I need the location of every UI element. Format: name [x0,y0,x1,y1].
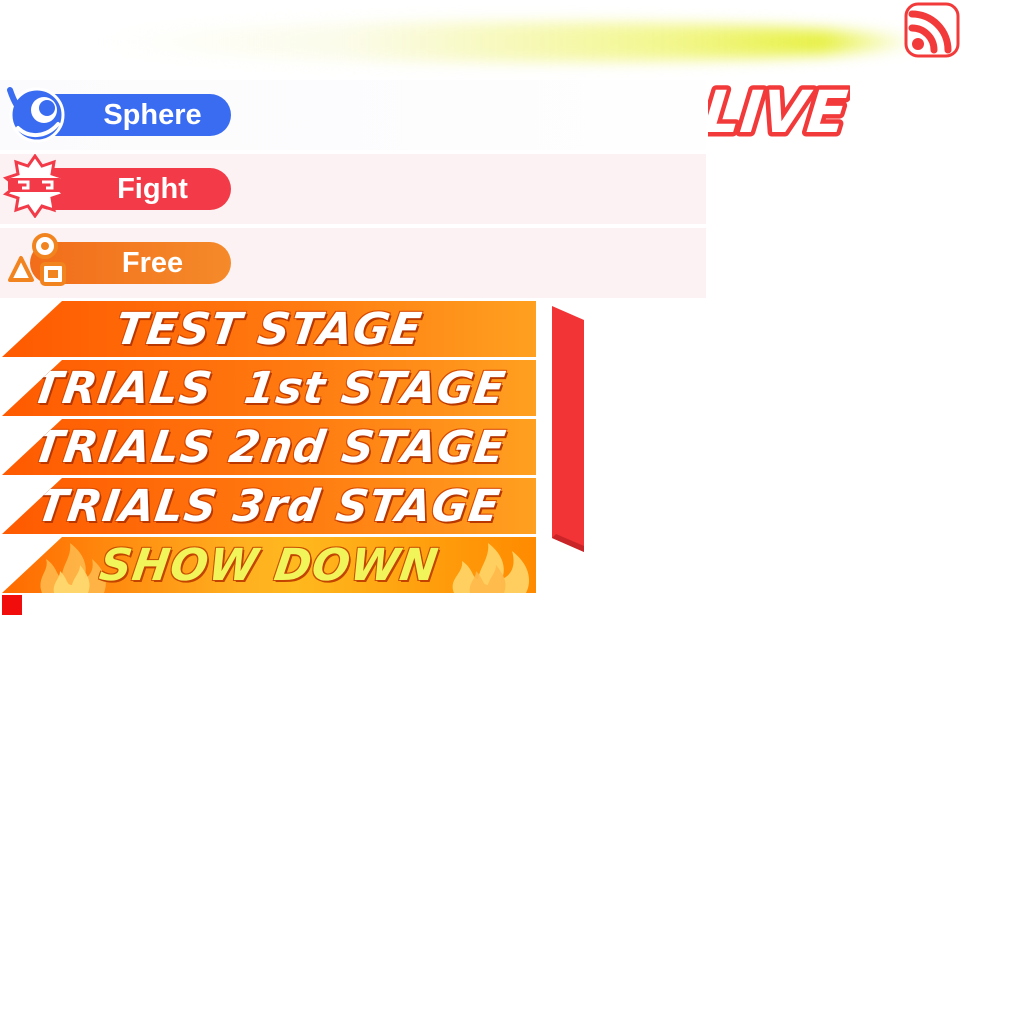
mode-label-sphere: Sphere [103,98,202,131]
stage-trials-2nd[interactable]: TRIALS 2nd STAGE [2,419,536,475]
rss-feed-icon[interactable] [904,2,960,58]
stage-show-down[interactable]: SHOW DOWN [2,537,536,593]
sphere-swirl-icon [7,87,65,143]
mode-label-free: Free [121,246,184,279]
fight-mask-icon [2,154,68,218]
live-label: LIVE [708,78,850,144]
live-badge: LIVE [708,78,850,144]
stage-label-trials-2nd: TRIALS 2nd STAGE [29,421,509,473]
stage-label-trials-1st: TRIALS 1st STAGE [28,362,510,414]
stage-test[interactable]: TEST STAGE [2,301,536,357]
mode-label-fight: Fight [117,172,188,205]
stage-label-trials-3rd: TRIALS 3rd STAGE [33,480,505,532]
stage-label-test: TEST STAGE [112,303,426,355]
stage-trials-1st[interactable]: TRIALS 1st STAGE [2,360,536,416]
stage-label-show-down: SHOW DOWN [96,539,442,591]
flame-icon [452,543,530,593]
indicator-square [2,595,22,615]
stage-trials-3rd[interactable]: TRIALS 3rd STAGE [2,478,536,534]
free-shapes-icon [8,233,66,286]
stage-list-side-tab[interactable] [550,306,584,552]
header-glow-streak [100,22,920,62]
